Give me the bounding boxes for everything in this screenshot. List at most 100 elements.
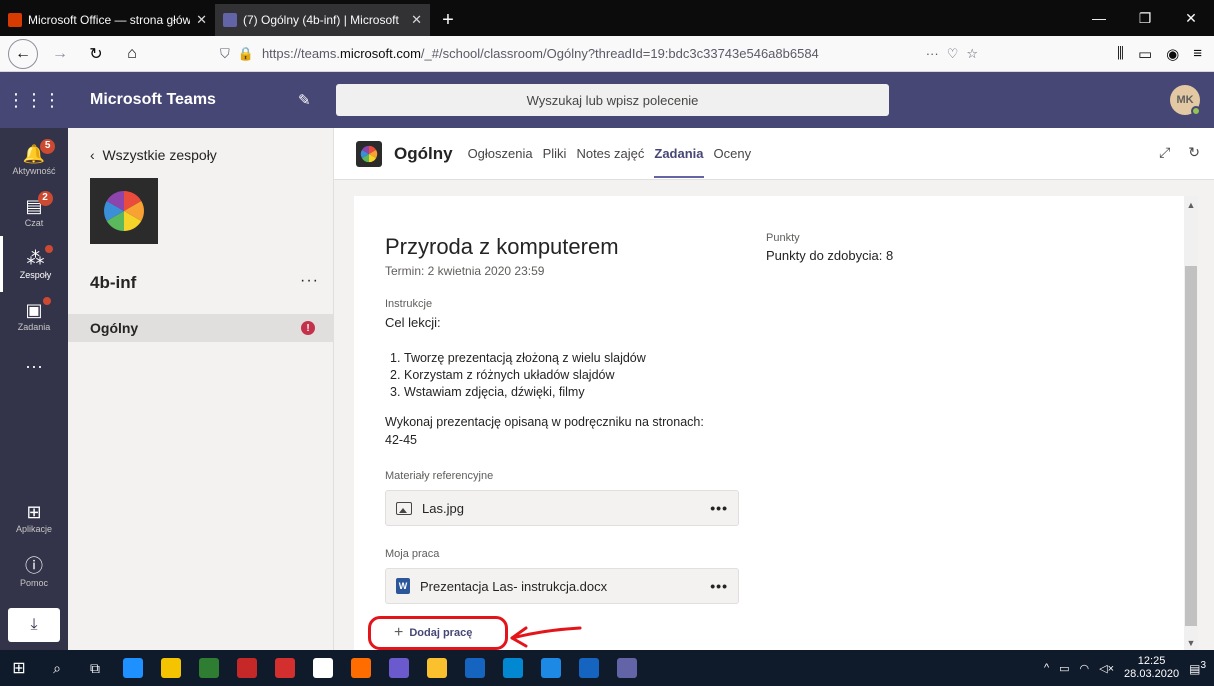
taskbar-app-icon[interactable] bbox=[266, 650, 304, 686]
page-actions-icon[interactable]: ··· bbox=[926, 46, 939, 61]
scrollbar[interactable]: ▲ ▼ bbox=[1184, 196, 1198, 650]
my-work-file[interactable]: W Prezentacja Las- instrukcja.docx ••• bbox=[385, 568, 739, 604]
tab-title: (7) Ogólny (4b-inf) | Microsoft bbox=[243, 13, 399, 27]
new-tab-button[interactable]: + bbox=[430, 4, 466, 36]
forward-button[interactable]: → bbox=[46, 40, 74, 68]
rail-item-more[interactable]: ··· bbox=[0, 338, 68, 394]
url-text[interactable]: https://teams.microsoft.com/_#/school/cl… bbox=[262, 46, 918, 61]
team-more-icon[interactable]: ··· bbox=[300, 272, 319, 290]
avatar-initials: MK bbox=[1176, 94, 1194, 106]
task-view-icon[interactable]: ⧉ bbox=[76, 650, 114, 686]
taskbar-app-icon[interactable] bbox=[304, 650, 342, 686]
close-tab-icon[interactable]: ✕ bbox=[411, 12, 422, 28]
restore-button[interactable]: ❐ bbox=[1122, 0, 1168, 36]
color-wheel-icon bbox=[360, 145, 378, 162]
rail-item-assignments[interactable]: ▣ Zadania bbox=[0, 288, 68, 344]
scroll-thumb[interactable] bbox=[1185, 266, 1197, 626]
taskbar-app-icon[interactable] bbox=[532, 650, 570, 686]
clock[interactable]: 12:25 28.03.2020 bbox=[1124, 655, 1179, 681]
lock-icon[interactable]: 🔒 bbox=[238, 46, 254, 62]
red-arrow-annotation bbox=[510, 626, 582, 648]
home-icon[interactable]: ⌂ bbox=[118, 40, 146, 68]
teams-icon: ⁂ bbox=[27, 244, 53, 267]
tab-title: Microsoft Office — strona głów bbox=[28, 13, 191, 27]
menu-icon[interactable]: ≡ bbox=[1193, 45, 1202, 62]
tab-assignments[interactable]: Zadania bbox=[649, 128, 708, 180]
app-glyph-icon bbox=[313, 658, 333, 678]
app-launcher-icon[interactable]: ⋮⋮⋮ bbox=[0, 72, 68, 128]
rail-item-help[interactable]: ⓘ Pomoc bbox=[0, 544, 68, 600]
taskbar-app-icon[interactable] bbox=[456, 650, 494, 686]
taskbar-app-icon[interactable] bbox=[418, 650, 456, 686]
reload-button[interactable]: ↻ bbox=[82, 40, 110, 68]
rail-item-apps[interactable]: ⊞ Aplikacje bbox=[0, 490, 68, 546]
close-tab-icon[interactable]: ✕ bbox=[196, 12, 207, 28]
taskbar-app-icon[interactable] bbox=[114, 650, 152, 686]
close-window-button[interactable]: ✕ bbox=[1168, 0, 1214, 36]
url-bar[interactable]: ⛉ 🔒 https://teams.microsoft.com/_#/schoo… bbox=[214, 40, 984, 68]
more-icon: ··· bbox=[25, 356, 43, 376]
notifications-icon[interactable]: ▤3 bbox=[1189, 660, 1206, 676]
rail-item-activity[interactable]: 🔔 5 Aktywność bbox=[0, 132, 68, 188]
taskbar-app-icon[interactable] bbox=[494, 650, 532, 686]
refresh-icon[interactable]: ↻ bbox=[1188, 144, 1200, 161]
rail-item-chat[interactable]: ▤ 2 Czat bbox=[0, 184, 68, 240]
minimize-button[interactable]: — bbox=[1076, 0, 1122, 36]
image-file-icon bbox=[396, 501, 412, 515]
browser-tab-office[interactable]: Microsoft Office — strona głów ✕ bbox=[0, 4, 215, 36]
all-teams-link[interactable]: ‹ Wszystkie zespoły bbox=[90, 147, 217, 163]
taskbar-app-icon[interactable] bbox=[380, 650, 418, 686]
team-panel: ‹ Wszystkie zespoły 4b-inf ··· Ogólny ! bbox=[68, 128, 334, 650]
help-icon: ⓘ bbox=[25, 555, 43, 576]
tab-files[interactable]: Pliki bbox=[538, 128, 572, 180]
reference-file[interactable]: Las.jpg ••• bbox=[385, 490, 739, 526]
app-glyph-icon bbox=[161, 658, 181, 678]
download-app-icon[interactable]: ⤓ bbox=[8, 608, 60, 642]
channel-item-general[interactable]: Ogólny ! bbox=[68, 314, 333, 342]
browser-tab-teams[interactable]: (7) Ogólny (4b-inf) | Microsoft ✕ bbox=[215, 4, 430, 36]
sidebar-icon[interactable]: ▭ bbox=[1138, 45, 1152, 63]
file-name: Prezentacja Las- instrukcja.docx bbox=[420, 578, 608, 594]
scroll-up-icon[interactable]: ▲ bbox=[1184, 200, 1198, 210]
taskbar-app-icon[interactable] bbox=[608, 650, 646, 686]
taskbar-app-icon[interactable] bbox=[190, 650, 228, 686]
team-name: 4b-inf bbox=[90, 273, 137, 292]
taskbar-app-icon[interactable] bbox=[342, 650, 380, 686]
back-button[interactable]: ← bbox=[8, 38, 38, 69]
wifi-icon[interactable]: ◠ bbox=[1080, 662, 1090, 675]
taskbar-app-icon[interactable] bbox=[570, 650, 608, 686]
pocket-icon[interactable]: ♡ bbox=[947, 46, 959, 62]
search-icon[interactable]: ⌕ bbox=[38, 650, 76, 686]
tab-posts[interactable]: Ogłoszenia bbox=[463, 128, 538, 180]
file-more-icon[interactable]: ••• bbox=[710, 500, 728, 516]
battery-icon[interactable]: ▭ bbox=[1059, 662, 1069, 675]
account-icon[interactable]: ◉ bbox=[1166, 45, 1179, 63]
taskbar-apps bbox=[114, 650, 646, 686]
list-item: 2. Korzystam z różnych układów slajdów bbox=[390, 368, 615, 382]
task-text: Wykonaj prezentację opisaną w podręcznik… bbox=[385, 415, 704, 429]
team-logo bbox=[90, 178, 158, 244]
shield-icon[interactable]: ⛉ bbox=[220, 46, 230, 62]
channel-alert-badge: ! bbox=[301, 321, 315, 335]
tray-arrow-icon[interactable]: ^ bbox=[1044, 662, 1049, 674]
search-input[interactable]: Wyszukaj lub wpisz polecenie bbox=[336, 84, 889, 116]
rail-item-teams[interactable]: ⁂ Zespoły bbox=[0, 236, 68, 292]
tab-grades[interactable]: Oceny bbox=[709, 128, 757, 180]
avatar[interactable]: MK bbox=[1170, 85, 1201, 116]
taskbar-app-icon[interactable] bbox=[152, 650, 190, 686]
start-icon[interactable]: ⊞ bbox=[0, 650, 38, 686]
rail-label: Aktywność bbox=[12, 165, 56, 176]
new-chat-icon[interactable]: ✎ bbox=[298, 91, 336, 109]
bookmark-star-icon[interactable]: ☆ bbox=[966, 46, 978, 62]
volume-icon[interactable]: ◁× bbox=[1099, 662, 1114, 675]
clock-date: 28.03.2020 bbox=[1124, 668, 1180, 680]
scroll-down-icon[interactable]: ▼ bbox=[1184, 638, 1198, 648]
tab-class-notebook[interactable]: Notes zajęć bbox=[571, 128, 649, 180]
file-more-icon[interactable]: ••• bbox=[710, 578, 728, 594]
rail-label: Pomoc bbox=[19, 577, 48, 588]
expand-icon[interactable]: ⤢ bbox=[1159, 144, 1170, 161]
taskbar-app-icon[interactable] bbox=[228, 650, 266, 686]
color-wheel-icon bbox=[104, 191, 144, 231]
library-icon[interactable]: ⫼ bbox=[1117, 45, 1124, 62]
presence-dot bbox=[1191, 106, 1201, 116]
